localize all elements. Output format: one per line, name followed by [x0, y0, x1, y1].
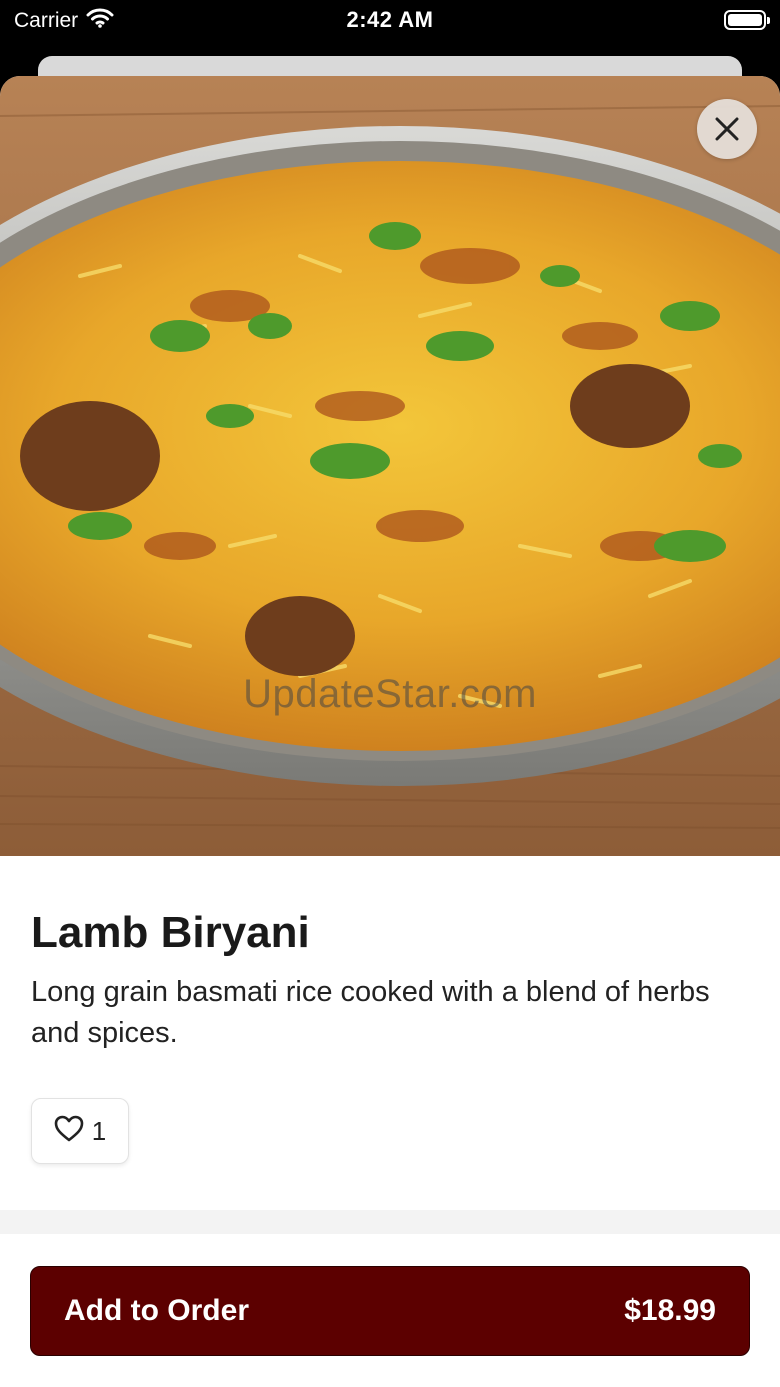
status-time: 2:42 AM — [346, 7, 434, 32]
order-price: $18.99 — [624, 1294, 716, 1327]
item-description: Long grain basmati rice cooked with a bl… — [31, 976, 710, 1049]
add-to-order-button[interactable]: Add to Order $18.99 — [30, 1266, 750, 1356]
heart-icon — [54, 1115, 84, 1148]
watermark: UpdateStar.com — [243, 672, 537, 716]
item-title: Lamb Biryani — [31, 908, 310, 957]
battery-icon — [724, 10, 770, 30]
like-button[interactable]: 1 — [31, 1098, 129, 1164]
add-to-order-label: Add to Order — [64, 1294, 249, 1327]
close-button[interactable] — [697, 99, 757, 159]
close-icon — [714, 116, 740, 142]
order-footer: Add to Order $18.99 — [0, 1210, 780, 1387]
like-count: 1 — [91, 1115, 107, 1146]
item-image: UpdateStar.com — [0, 76, 780, 856]
item-detail-sheet: UpdateStar.com Lamb Biryani Long grain b… — [0, 76, 780, 1387]
status-bar: Carrier 2:42 AM — [0, 0, 780, 40]
